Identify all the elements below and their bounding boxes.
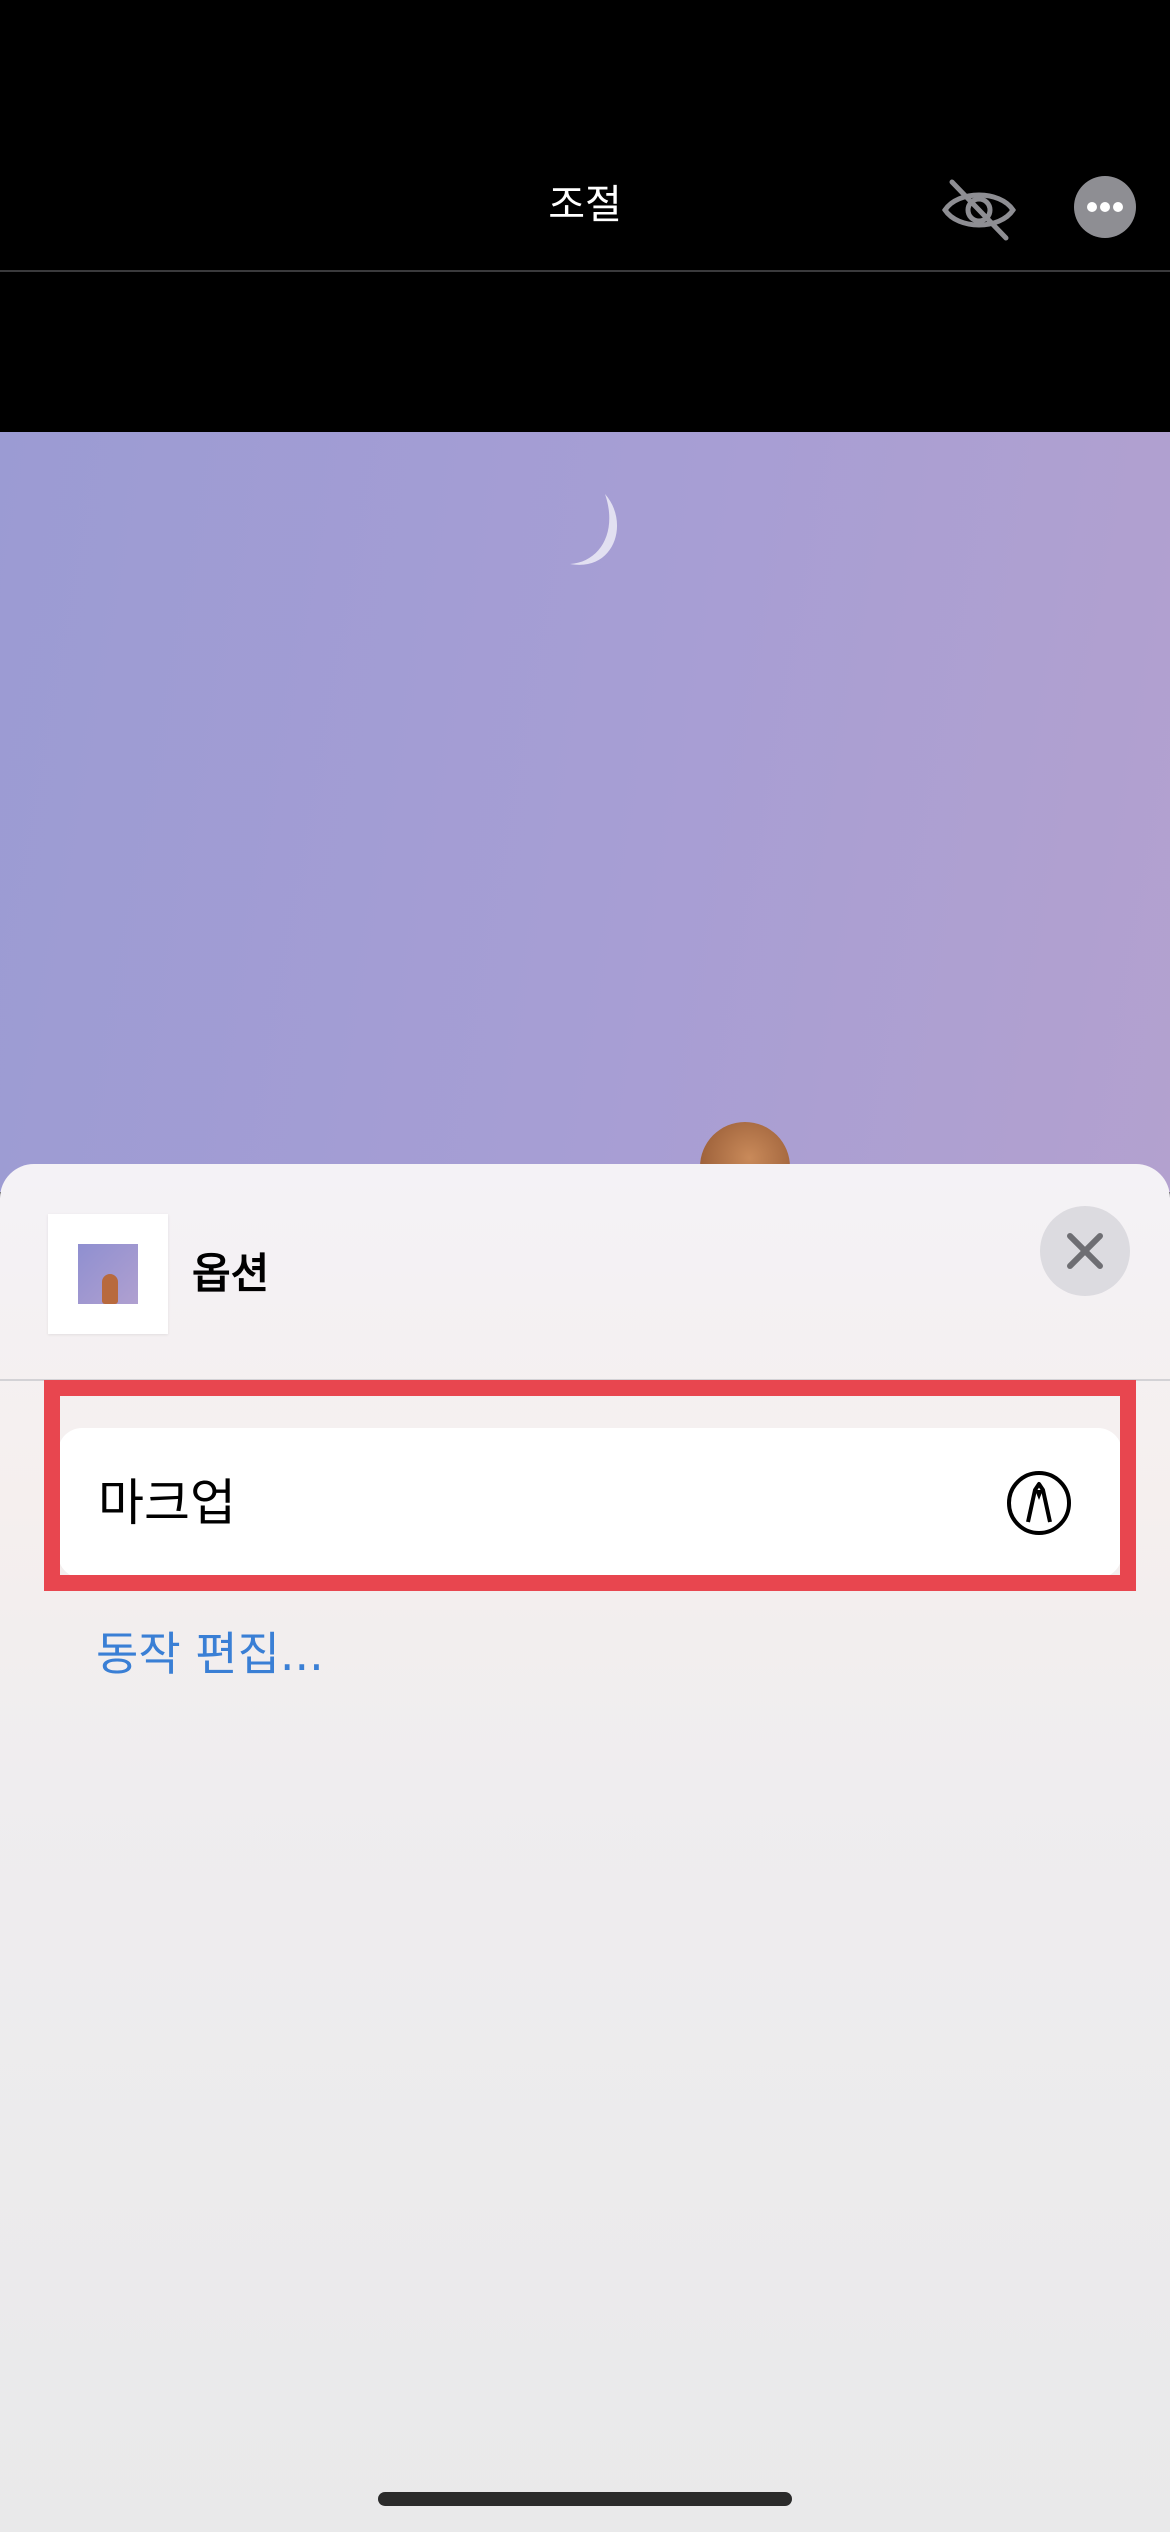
hide-button[interactable] xyxy=(940,178,1018,242)
options-sheet: 옵션 xyxy=(0,1164,1170,2532)
more-button[interactable] xyxy=(1074,176,1136,238)
header-divider xyxy=(0,270,1170,272)
moon-shape xyxy=(570,494,618,565)
close-icon xyxy=(1067,1233,1103,1269)
ellipsis-icon xyxy=(1087,202,1123,212)
eye-slash-icon xyxy=(942,179,1016,241)
edit-actions-link[interactable]: 동작 편집... xyxy=(96,1624,324,1684)
sheet-title: 옵션 xyxy=(192,1249,270,1298)
highlight-box xyxy=(44,1380,1136,1591)
home-indicator xyxy=(378,2492,792,2506)
close-button[interactable] xyxy=(1040,1206,1130,1296)
photo-thumbnail xyxy=(48,1214,168,1334)
photo-preview xyxy=(0,432,1170,1192)
